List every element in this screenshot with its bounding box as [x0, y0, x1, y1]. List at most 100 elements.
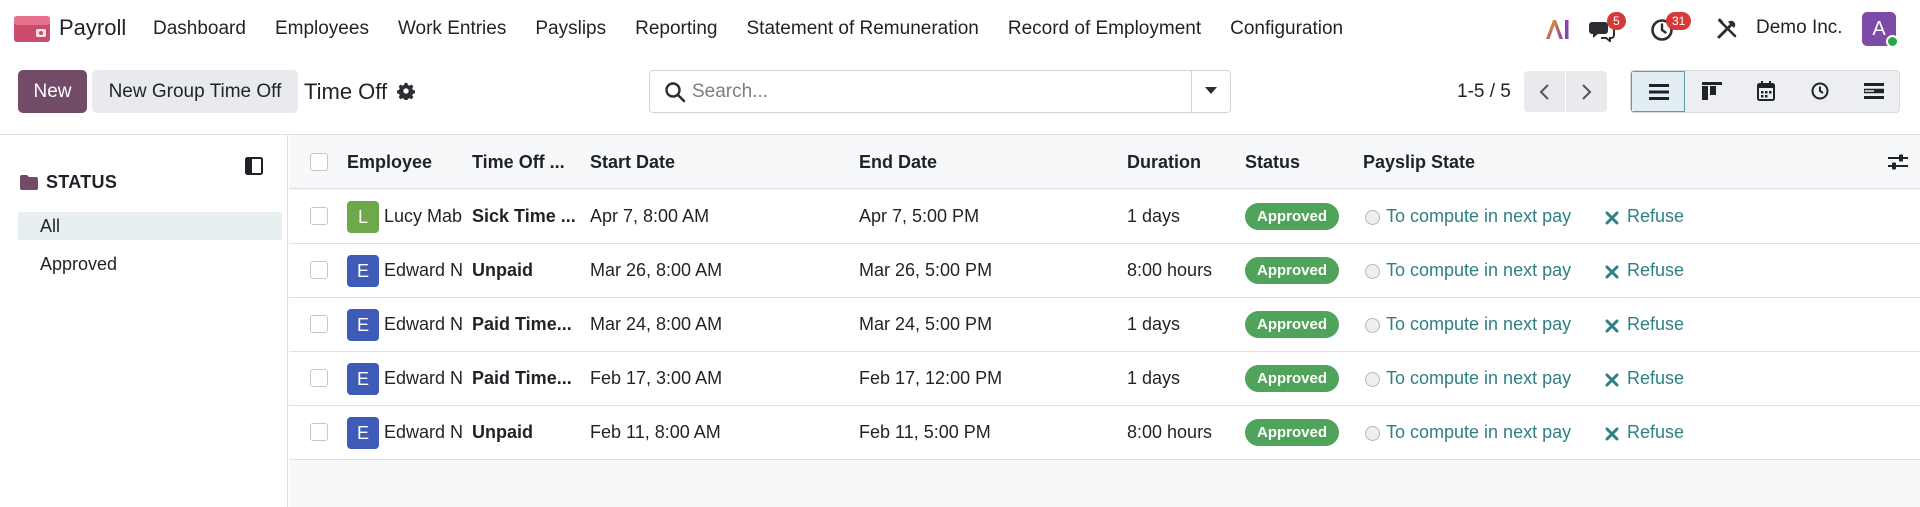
sidebar-item-approved[interactable]: Approved — [18, 250, 282, 278]
refuse-button[interactable]: Refuse — [1627, 314, 1684, 335]
search-input[interactable] — [692, 72, 1162, 111]
column-header-employee[interactable]: Employee — [347, 152, 432, 173]
app-name[interactable]: Payroll — [59, 15, 126, 41]
collapse-sidebar-icon[interactable] — [245, 157, 263, 175]
close-icon[interactable] — [1605, 427, 1619, 441]
new-group-time-off-button[interactable]: New Group Time Off — [92, 70, 298, 113]
time-off-type: Unpaid — [472, 422, 533, 442]
end-date: Feb 17, 12:00 PM — [859, 368, 1003, 388]
row-checkbox[interactable] — [310, 261, 328, 279]
menu-item-record-of-employment[interactable]: Record of Employment — [1008, 18, 1201, 40]
column-header-duration[interactable]: Duration — [1127, 152, 1201, 173]
kanban-view-button[interactable] — [1685, 71, 1739, 112]
status-badge: Approved — [1245, 203, 1340, 230]
table-row[interactable]: E Edward N Paid Time... Feb 17, 3:00 AM … — [289, 352, 1920, 406]
employee-avatar: E — [347, 363, 379, 395]
company-switcher[interactable]: Demo Inc. — [1756, 17, 1843, 39]
table-row[interactable]: E Edward N Paid Time... Mar 24, 8:00 AM … — [289, 298, 1920, 352]
payslip-state-label[interactable]: To compute in next pay — [1386, 368, 1588, 389]
start-date: Mar 24, 8:00 AM — [590, 314, 723, 334]
time-off-type: Paid Time... — [472, 314, 572, 334]
select-all-checkbox[interactable] — [310, 153, 328, 171]
search-panel-sidebar: STATUS All Approved — [0, 135, 288, 507]
search-icon — [665, 82, 686, 103]
column-header-payslip-state[interactable]: Payslip State — [1363, 152, 1475, 173]
online-status-dot — [1886, 35, 1899, 48]
payroll-app-icon[interactable] — [14, 16, 50, 42]
status-badge: Approved — [1245, 419, 1340, 446]
ai-icon[interactable] — [1544, 18, 1572, 40]
gantt-view-button[interactable] — [1847, 71, 1899, 112]
start-date: Apr 7, 8:00 AM — [590, 206, 710, 226]
start-date: Mar 26, 8:00 AM — [590, 260, 723, 280]
payslip-state-radio[interactable] — [1365, 210, 1380, 225]
column-header-end-date[interactable]: End Date — [859, 152, 937, 173]
optional-columns-icon[interactable] — [1888, 153, 1908, 171]
employee-name: Edward N — [384, 260, 464, 280]
time-off-type: Sick Time ... — [472, 206, 576, 226]
column-header-status[interactable]: Status — [1245, 152, 1300, 173]
payslip-state-radio[interactable] — [1365, 264, 1380, 279]
top-navbar: Payroll Dashboard Employees Work Entries… — [0, 0, 1920, 58]
folder-icon — [20, 175, 38, 190]
menu-item-reporting[interactable]: Reporting — [635, 18, 717, 40]
gantt-view-icon — [1864, 83, 1884, 99]
time-off-type: Paid Time... — [472, 368, 572, 388]
close-icon[interactable] — [1605, 373, 1619, 387]
start-date: Feb 11, 8:00 AM — [590, 422, 721, 442]
activities-count-badge: 31 — [1666, 12, 1692, 30]
employee-avatar: E — [347, 309, 379, 341]
payslip-state-radio[interactable] — [1365, 318, 1380, 333]
close-icon[interactable] — [1605, 211, 1619, 225]
column-header-time-off-type[interactable]: Time Off ... — [472, 152, 565, 173]
end-date: Mar 26, 5:00 PM — [859, 260, 993, 280]
end-date: Feb 11, 5:00 PM — [859, 422, 991, 442]
view-switcher — [1630, 70, 1900, 113]
column-header-start-date[interactable]: Start Date — [590, 152, 675, 173]
row-checkbox[interactable] — [310, 207, 328, 225]
payslip-state-label[interactable]: To compute in next pay — [1386, 206, 1588, 227]
calendar-view-button[interactable] — [1739, 71, 1793, 112]
table-row[interactable]: E Edward N Unpaid Feb 11, 8:00 AM Feb 11… — [289, 406, 1920, 460]
payslip-state-radio[interactable] — [1365, 372, 1380, 387]
table-row[interactable]: L Lucy Mab Sick Time ... Apr 7, 8:00 AM … — [289, 190, 1920, 244]
payslip-state-label[interactable]: To compute in next pay — [1386, 422, 1588, 443]
payslip-state-label[interactable]: To compute in next pay — [1386, 260, 1588, 281]
tools-icon[interactable] — [1716, 18, 1738, 40]
duration: 1 days — [1127, 368, 1181, 388]
duration: 1 days — [1127, 206, 1181, 226]
pager-previous-button[interactable] — [1524, 71, 1565, 112]
row-checkbox[interactable] — [310, 423, 328, 441]
employee-name: Edward N — [384, 368, 464, 388]
refuse-button[interactable]: Refuse — [1627, 206, 1684, 227]
chevron-right-icon — [1582, 84, 1592, 100]
menu-item-statement-of-remuneration[interactable]: Statement of Remuneration — [747, 18, 979, 40]
menu-item-payslips[interactable]: Payslips — [535, 18, 606, 40]
pager-next-button[interactable] — [1566, 71, 1607, 112]
close-icon[interactable] — [1605, 265, 1619, 279]
activity-view-button[interactable] — [1793, 71, 1847, 112]
gear-icon[interactable] — [397, 82, 415, 100]
new-button[interactable]: New — [18, 70, 87, 113]
time-off-list: Employee Time Off ... Start Date End Dat… — [289, 135, 1920, 507]
menu-item-configuration[interactable]: Configuration — [1230, 18, 1343, 40]
refuse-button[interactable]: Refuse — [1627, 368, 1684, 389]
list-view-button[interactable] — [1631, 71, 1685, 112]
payslip-state-radio[interactable] — [1365, 426, 1380, 441]
list-view-icon — [1649, 84, 1669, 100]
payslip-state-label[interactable]: To compute in next pay — [1386, 314, 1588, 335]
main-menu: Dashboard Employees Work Entries Payslip… — [153, 0, 1372, 58]
table-row[interactable]: E Edward N Unpaid Mar 26, 8:00 AM Mar 26… — [289, 244, 1920, 298]
sidebar-item-all[interactable]: All — [18, 212, 282, 240]
close-icon[interactable] — [1605, 319, 1619, 333]
pager-value[interactable]: 1-5 / 5 — [1457, 81, 1511, 103]
row-checkbox[interactable] — [310, 369, 328, 387]
end-date: Mar 24, 5:00 PM — [859, 314, 993, 334]
row-checkbox[interactable] — [310, 315, 328, 333]
menu-item-employees[interactable]: Employees — [275, 18, 369, 40]
refuse-button[interactable]: Refuse — [1627, 260, 1684, 281]
search-options-toggle[interactable] — [1191, 71, 1230, 112]
menu-item-dashboard[interactable]: Dashboard — [153, 18, 246, 40]
menu-item-work-entries[interactable]: Work Entries — [398, 18, 506, 40]
refuse-button[interactable]: Refuse — [1627, 422, 1684, 443]
